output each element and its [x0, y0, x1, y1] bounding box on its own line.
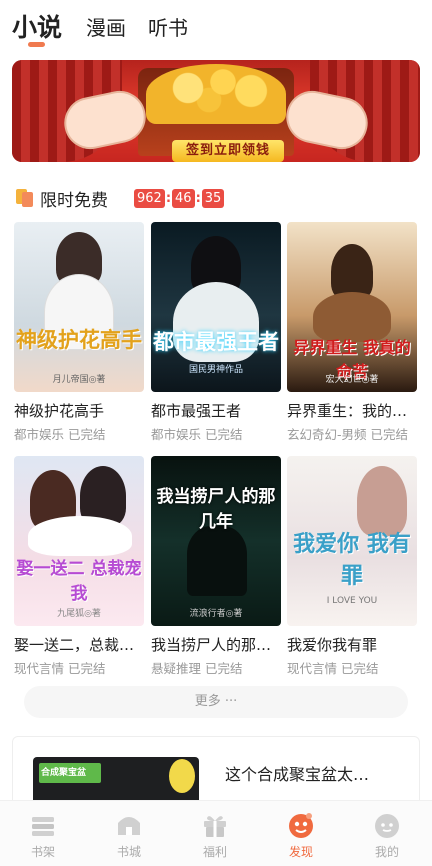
book-card[interactable]: 我爱你 我有罪 I LOVE YOU 我爱你我有罪 现代言情 已完结	[287, 456, 417, 676]
book-cover[interactable]: 娶一送二 总裁宠我 九尾狐◎著	[14, 456, 144, 626]
cover-author-text: I LOVE YOU	[326, 596, 378, 606]
book-cover[interactable]: 我当捞尸人的那几年 流浪行者◎著	[151, 456, 281, 626]
book-title[interactable]: 我爱你我有罪	[287, 634, 417, 655]
cover-author-text: 九尾狐◎著	[57, 609, 101, 619]
book-title[interactable]: 都市最强王者	[151, 400, 281, 421]
book-meta: 悬疑推理 已完结	[151, 661, 243, 676]
book-meta: 玄幻奇幻-男频 已完结	[287, 427, 408, 442]
book-cover[interactable]: 神级护花高手 月儿帝国◎著	[14, 222, 144, 392]
more-button[interactable]: 更多 ···	[24, 686, 408, 718]
nav-profile[interactable]: 我的	[344, 801, 430, 866]
nav-label: 福利	[202, 845, 227, 859]
gift-icon	[204, 816, 226, 837]
top-tab-bar: 小说 漫画 听书	[0, 0, 432, 52]
cover-title-text: 神级护花高手	[16, 328, 142, 352]
discover-icon	[289, 813, 313, 838]
book-card[interactable]: 神级护花高手 月儿帝国◎著 神级护花高手 都市娱乐 已完结	[14, 222, 144, 442]
countdown-timer: 962 : 46 : 35	[134, 188, 225, 208]
book-cover[interactable]: 异界重生 我真的命苦 宏大幻世◎著	[287, 222, 417, 392]
book-title[interactable]: 我当捞尸人的那几年	[151, 634, 281, 655]
timer-seconds: 35	[201, 188, 225, 208]
bottom-navigation: 书架 书城 福利 发现 我的	[0, 800, 432, 866]
book-meta: 都市娱乐 已完结	[14, 427, 106, 442]
promo-image-text: 合成聚宝盆	[41, 768, 87, 778]
profile-icon	[375, 814, 399, 838]
book-meta: 都市娱乐 已完结	[151, 427, 243, 442]
book-title[interactable]: 神级护花高手	[14, 400, 144, 421]
tab-comics[interactable]: 漫画	[86, 12, 126, 41]
book-meta: 现代言情 已完结	[14, 661, 106, 676]
nav-label: 书架	[30, 845, 55, 859]
checkin-banner[interactable]: 签到立即领钱	[12, 60, 420, 162]
book-card[interactable]: 异界重生 我真的命苦 宏大幻世◎著 异界重生：我的命苦 玄幻奇幻-男频 已完结	[287, 222, 417, 442]
cover-title-text: 娶一送二 总裁宠我	[16, 559, 142, 604]
timer-minutes: 46	[172, 188, 195, 208]
cover-author-text: 国民男神作品	[188, 365, 243, 375]
free-section-header: 限时免费 962 : 46 : 35	[14, 186, 414, 211]
book-card[interactable]: 都市最强王者 国民男神作品 都市最强王者 都市娱乐 已完结	[151, 222, 281, 442]
bookstore-icon	[118, 817, 140, 835]
book-cover[interactable]: 我爱你 我有罪 I LOVE YOU	[287, 456, 417, 626]
book-cover[interactable]: 都市最强王者 国民男神作品	[151, 222, 281, 392]
gold-coins-illustration	[146, 64, 286, 124]
cover-author-text: 流浪行者◎著	[189, 609, 243, 619]
nav-discover[interactable]: 发现	[258, 801, 344, 866]
cover-title-text: 都市最强王者	[153, 330, 279, 354]
checkin-button[interactable]: 签到立即领钱	[172, 140, 284, 162]
free-books-icon	[16, 189, 34, 207]
promo-title[interactable]: 这个合成聚宝盆太…	[225, 761, 401, 785]
book-meta: 现代言情 已完结	[287, 661, 379, 676]
section-title: 限时免费	[40, 191, 108, 211]
bookshelf-icon	[32, 817, 54, 836]
cover-author-text: 月儿帝国◎著	[52, 375, 106, 385]
active-tab-indicator	[28, 42, 45, 47]
cover-author-text: 宏大幻世◎著	[325, 375, 379, 385]
tab-audiobooks[interactable]: 听书	[148, 12, 188, 41]
nav-label: 发现	[288, 845, 313, 859]
book-title[interactable]: 娶一送二，总裁宠我	[14, 634, 144, 655]
nav-welfare[interactable]: 福利	[172, 801, 258, 866]
cover-title-text: 我当捞尸人的那几年	[156, 487, 276, 532]
book-card[interactable]: 我当捞尸人的那几年 流浪行者◎著 我当捞尸人的那几年 悬疑推理 已完结	[151, 456, 281, 676]
nav-label: 我的	[374, 845, 399, 859]
tab-novel[interactable]: 小说	[12, 8, 62, 44]
book-card[interactable]: 娶一送二 总裁宠我 九尾狐◎著 娶一送二，总裁宠我 现代言情 已完结	[14, 456, 144, 676]
nav-label: 书城	[116, 845, 141, 859]
book-title[interactable]: 异界重生：我的命苦	[287, 400, 417, 421]
nav-bookshelf[interactable]: 书架	[0, 801, 86, 866]
cover-title-text: 我爱你 我有罪	[293, 532, 411, 589]
nav-bookstore[interactable]: 书城	[86, 801, 172, 866]
timer-hours: 962	[134, 188, 165, 208]
